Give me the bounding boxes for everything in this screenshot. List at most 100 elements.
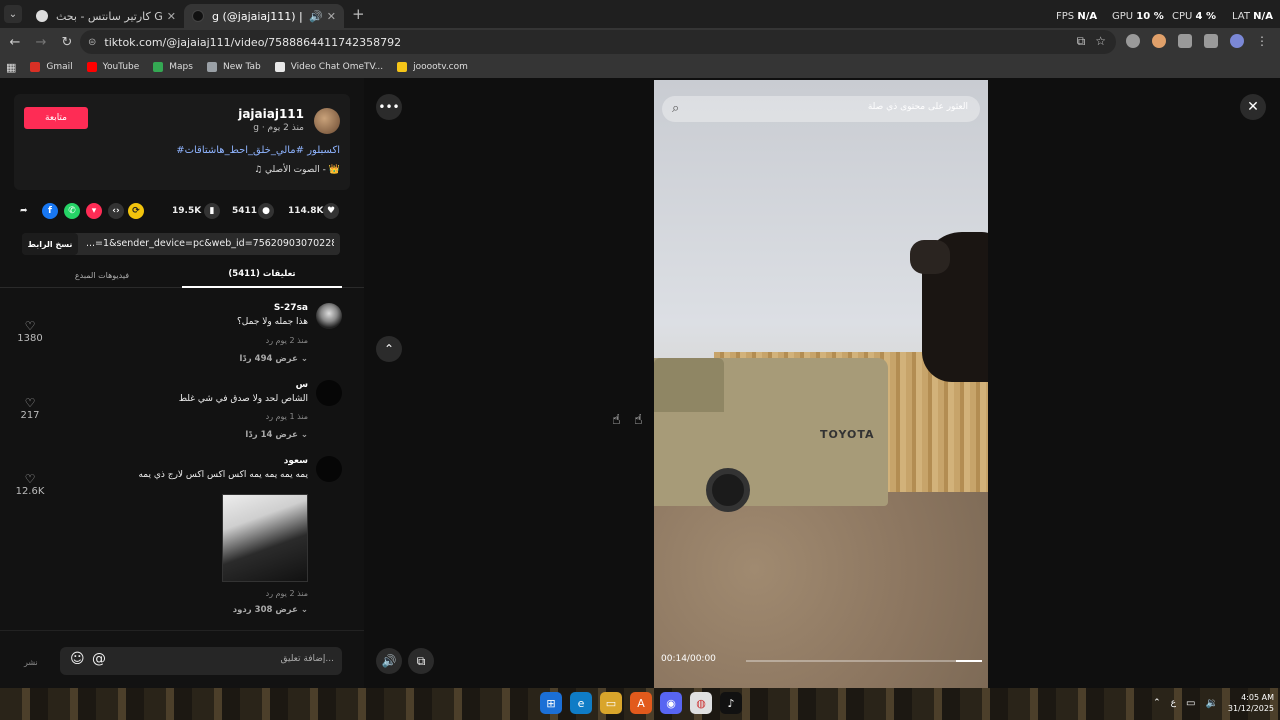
video-frame[interactable]: TOYOTA ⌕ العثور على محتوى ذي صلة 00:14/0… [654,80,988,688]
heart-icon[interactable]: ♥ [323,202,339,220]
media-controls-icon[interactable] [1204,34,1218,48]
follow-button[interactable]: متابعة [24,107,88,129]
related-search-bar[interactable]: ⌕ العثور على محتوى ذي صلة [662,96,980,122]
apps-grid-icon[interactable]: ▦ [6,61,16,74]
comment-bubble-icon[interactable]: ● [258,202,274,220]
extension-icon[interactable] [1152,34,1166,48]
site-info-icon[interactable]: ⊜ [88,37,96,48]
previous-video-chevron-up-icon[interactable]: ⌃ [376,336,402,362]
more-options-icon[interactable]: ••• [376,94,402,120]
profile-avatar[interactable] [1230,34,1244,48]
view-replies-button[interactable]: عرض 308 ردود ⌄ [233,605,308,615]
commenter-name[interactable]: S-27sa [274,303,308,313]
close-tab-icon[interactable]: ✕ [327,10,336,23]
commenter-avatar[interactable] [316,456,342,482]
puzzle-extensions-icon[interactable] [1178,34,1192,48]
bookmark-new-tab[interactable]: New Tab [206,62,261,72]
google-icon [36,10,48,22]
mention-icon[interactable]: @ [92,651,106,667]
discord-icon[interactable]: ◉ [660,692,682,714]
tiktok-taskbar-icon[interactable]: ♪ [720,692,742,714]
author-username[interactable]: jajaiaj111 [238,107,304,121]
chevron-up-icon[interactable]: ⌃ [1153,698,1161,708]
whatsapp-share-icon[interactable]: ✆ [64,202,80,220]
embed-code-icon[interactable]: ‹› [108,202,124,220]
bookmark-youtube[interactable]: YouTube [86,62,139,72]
view-replies-button[interactable]: عرض 14 ردًا ⌄ [245,430,308,440]
url-field[interactable]: ⊜ tiktok.com/@jajaiaj111/video/758886441… [80,30,1116,54]
heart-outline-icon: ♡ [24,472,36,486]
comment-input-bar: نشر ☺ @ إضافة تعليق... [0,630,364,688]
commenter-name[interactable]: سعود [284,456,308,466]
close-tab-icon[interactable]: ✕ [167,10,176,23]
keyboard-language[interactable]: ع [1171,698,1176,708]
bookmark-gmail[interactable]: Gmail [30,62,73,72]
app-a-icon[interactable]: A [630,692,652,714]
tiktok-send-icon[interactable]: ▾ [86,202,102,220]
network-icon[interactable]: ▭ [1186,698,1195,709]
repost-icon[interactable]: ⟳ [128,202,144,220]
fps-readout: FPS N/A [1056,11,1098,22]
comment-meta[interactable]: منذ 2 يوم رد [266,589,308,598]
tab-tiktok[interactable]: g (@jajaiaj111) | TikTok 🔊 ✕ [184,4,344,28]
lat-readout: LAT N/A [1232,11,1273,22]
comment-meta[interactable]: منذ 2 يوم رد [266,336,308,345]
shield-extension-icon[interactable] [1126,34,1140,48]
back-icon[interactable]: ← [4,35,26,50]
close-icon[interactable]: ✕ [1240,94,1266,120]
edge-icon[interactable]: e [570,692,592,714]
bookmark-icon[interactable]: ▮ [204,202,220,220]
comment-like-count: 12.6K [15,486,45,497]
globe-icon [206,62,217,72]
ometv-icon [274,62,285,72]
forward-icon[interactable]: → [30,35,52,50]
likes-count: 114.8K [288,206,324,216]
speaker-icon[interactable]: 🔉 [1205,698,1217,709]
speaker-icon[interactable]: 🔊 [309,10,323,23]
copy-link-button[interactable]: نسخ الرابط [22,233,78,255]
search-icon[interactable]: ⌕ [672,101,679,116]
emoji-icon[interactable]: ☺ [70,651,85,667]
new-tab-button[interactable]: + [352,5,365,23]
video-timestamp: 00:14/00:00 [661,654,716,664]
volume-icon[interactable]: 🔊 [376,648,402,674]
install-app-icon[interactable]: ⧉ [1077,34,1086,49]
share-arrow-icon[interactable]: ➦ [20,202,28,220]
video-camel [910,232,988,382]
tab-comments[interactable]: تعليقات (5411) [182,262,342,288]
video-progress-bar[interactable] [746,660,982,662]
kebab-menu-icon[interactable]: ⋮ [1256,34,1268,48]
bookmark-star-icon[interactable]: ☆ [1095,34,1106,49]
bookmark-jooootv[interactable]: jooootv.com [397,62,468,72]
comment-like[interactable]: ♡ 217 [14,396,46,421]
comment-attached-image[interactable] [222,494,308,582]
comment-like[interactable]: ♡ 1380 [14,319,46,344]
commenter-avatar[interactable] [316,380,342,406]
comment-like[interactable]: ♡ 12.6K [14,472,46,497]
comment-meta[interactable]: منذ 1 يوم رد [266,412,308,421]
tab-search-button[interactable]: ⌄ [4,5,22,23]
windows-start-icon[interactable]: ⊞ [540,692,562,714]
author-avatar[interactable] [314,108,340,134]
related-search-placeholder: العثور على محتوى ذي صلة [867,102,968,112]
picture-in-picture-icon[interactable]: ⧉ [408,648,434,674]
chrome-icon[interactable]: ◍ [690,692,712,714]
tab-creator-videos[interactable]: فيديوهات المبدع [22,262,182,288]
post-comment-button[interactable]: نشر [24,658,38,667]
bookmark-maps[interactable]: Maps [153,62,193,72]
commenter-name[interactable]: س [296,380,308,390]
bookmark-ometv[interactable]: Video Chat OmeTV... [274,62,383,72]
view-replies-button[interactable]: عرض 494 ردًا ⌄ [240,354,308,364]
bookmarks-bar: ▦ Gmail YouTube Maps New Tab Video Chat … [0,56,1280,78]
tab-google-search[interactable]: كارتير سانتس - بحث Google ✕ [28,4,184,28]
file-explorer-icon[interactable]: ▭ [600,692,622,714]
commenter-avatar[interactable] [316,303,342,329]
post-hashtags[interactable]: #اكسبلور #مالي_خلق_احط_هاشتاقات [176,145,340,156]
comment-input[interactable]: ☺ @ إضافة تعليق... [60,647,342,675]
jooootv-icon [397,62,408,72]
facebook-share-icon[interactable]: f [42,202,58,220]
sound-link[interactable]: ♫ الصوت الأصلي - 👑 [254,165,340,175]
reload-icon[interactable]: ↻ [56,35,78,50]
taskbar-clock[interactable]: 4:05 AM 31/12/2025 [1228,692,1274,714]
clock-time: 4:05 AM [1241,693,1274,702]
